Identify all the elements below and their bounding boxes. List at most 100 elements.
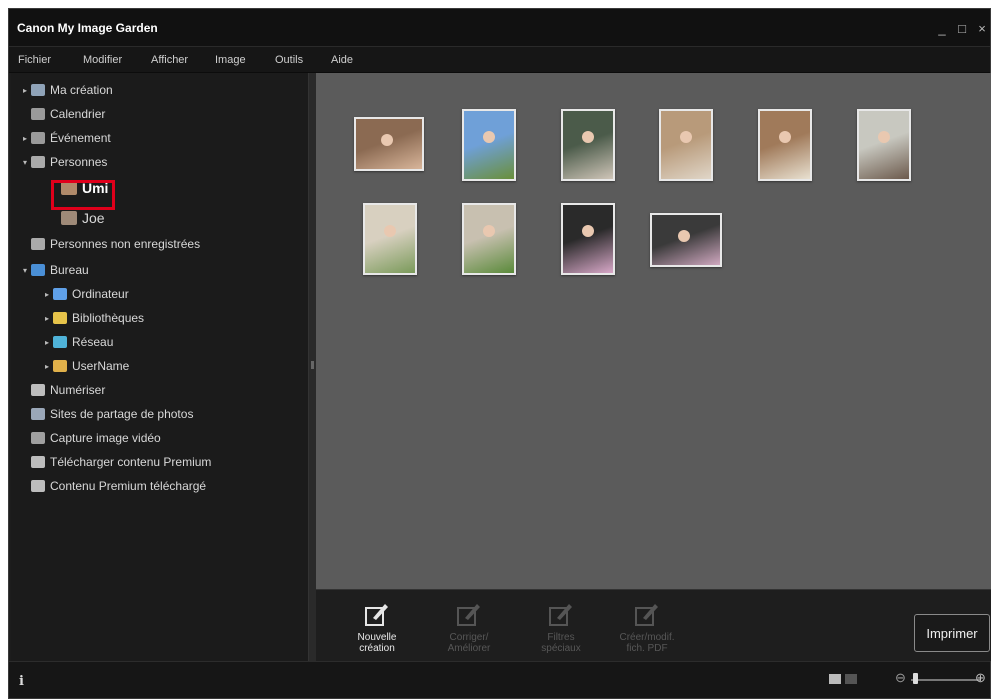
pane-splitter[interactable] bbox=[309, 73, 316, 661]
app-window: Canon My Image Garden _ □ × Fichier Modi… bbox=[8, 8, 991, 699]
menu-image[interactable]: Image bbox=[215, 54, 246, 66]
menu-outils[interactable]: Outils bbox=[275, 54, 303, 66]
photo-thumbnail[interactable] bbox=[363, 203, 417, 275]
thumbnail-area bbox=[316, 73, 991, 589]
tree-item-label: Bureau bbox=[50, 263, 89, 277]
close-icon[interactable]: × bbox=[976, 21, 988, 36]
menu-fichier[interactable]: Fichier bbox=[18, 54, 51, 66]
maximize-icon[interactable]: □ bbox=[956, 21, 968, 36]
tree-item-label: Personnes non enregistrées bbox=[50, 237, 201, 251]
photo-thumbnail[interactable] bbox=[758, 109, 812, 181]
tree-item[interactable]: Capture image vidéo bbox=[19, 429, 161, 447]
photo-thumbnail[interactable] bbox=[659, 109, 713, 181]
tree-item-label: Sites de partage de photos bbox=[50, 407, 194, 421]
special-filters-button: Filtres spéciaux bbox=[530, 600, 592, 654]
tree-item[interactable]: ▾ Personnes bbox=[19, 153, 107, 171]
menu-afficher[interactable]: Afficher bbox=[151, 54, 188, 66]
app-title: Canon My Image Garden bbox=[17, 21, 158, 35]
tree-item-label: Ordinateur bbox=[72, 287, 129, 301]
navigation-tree: ▸ Ma création Calendrier ▸ Événement ▾ Personn… bbox=[11, 73, 309, 661]
scan-icon bbox=[31, 384, 45, 396]
person-figure bbox=[483, 225, 495, 238]
new-creation-button[interactable]: Nouvelle création bbox=[346, 600, 408, 654]
tree-item-label: Contenu Premium téléchargé bbox=[50, 479, 207, 493]
action-label: Corriger/ Améliorer bbox=[447, 632, 491, 654]
expand-right-icon[interactable]: ▸ bbox=[41, 338, 53, 347]
photo-thumbnail[interactable] bbox=[354, 117, 424, 171]
pdf-button: Créer/modif. fich. PDF bbox=[616, 600, 678, 654]
expand-right-icon[interactable]: ▸ bbox=[41, 362, 53, 371]
pdf-icon bbox=[633, 600, 661, 628]
menu-modifier[interactable]: Modifier bbox=[83, 54, 122, 66]
tree-item-label: Personnes bbox=[50, 155, 108, 169]
person-figure bbox=[878, 131, 890, 144]
correct-enhance-icon bbox=[455, 600, 483, 628]
zoom-slider-thumb[interactable] bbox=[913, 673, 918, 684]
network-icon bbox=[53, 336, 67, 348]
video-capture-icon bbox=[31, 432, 45, 444]
premium-folder-icon bbox=[31, 480, 45, 492]
action-label: Créer/modif. fich. PDF bbox=[619, 632, 675, 654]
expand-right-icon[interactable]: ▸ bbox=[19, 134, 31, 143]
photo-thumbnail[interactable] bbox=[462, 109, 516, 181]
tree-item[interactable]: Calendrier bbox=[19, 105, 105, 123]
person-figure bbox=[381, 134, 394, 146]
expand-right-icon[interactable]: ▸ bbox=[41, 314, 53, 323]
photo-thumbnail[interactable] bbox=[561, 109, 615, 181]
person-figure bbox=[582, 131, 594, 144]
info-icon[interactable]: i bbox=[19, 674, 24, 689]
user-folder-icon bbox=[53, 360, 67, 372]
person-figure bbox=[677, 230, 690, 242]
menu-aide[interactable]: Aide bbox=[331, 54, 353, 66]
tree-item-label: UserName bbox=[72, 359, 130, 373]
tree-item-label: Bibliothèques bbox=[72, 311, 145, 325]
tree-item[interactable]: ▸ UserName bbox=[41, 357, 129, 375]
print-button[interactable]: Imprimer bbox=[914, 614, 990, 652]
expand-down-icon[interactable]: ▾ bbox=[19, 266, 31, 275]
photo-icon bbox=[61, 211, 77, 225]
tree-item[interactable]: ▸ Ordinateur bbox=[41, 285, 129, 303]
correct-enhance-button: Corriger/ Améliorer bbox=[438, 600, 500, 654]
selection-highlight bbox=[51, 180, 115, 210]
photo-thumbnail[interactable] bbox=[561, 203, 615, 275]
action-label: Filtres spéciaux bbox=[541, 632, 581, 654]
photo-thumbnail[interactable] bbox=[650, 213, 722, 267]
tree-item[interactable]: Personnes non enregistrées bbox=[19, 235, 200, 253]
single-view-icon[interactable] bbox=[845, 674, 857, 684]
tree-item-label: Ma création bbox=[50, 83, 113, 97]
action-bar: Imprimer Nouvelle création Corriger/ Amél… bbox=[316, 589, 991, 661]
tree-item-label: Télécharger contenu Premium bbox=[50, 455, 212, 469]
expand-right-icon[interactable]: ▸ bbox=[41, 290, 53, 299]
zoom-in-icon[interactable]: ⊕ bbox=[975, 670, 986, 686]
photo-thumbnail[interactable] bbox=[857, 109, 911, 181]
zoom-out-icon[interactable]: ⊖ bbox=[895, 670, 906, 686]
tree-item[interactable]: Joe bbox=[61, 209, 105, 227]
tree-item[interactable]: Sites de partage de photos bbox=[19, 405, 193, 423]
new-creation-icon bbox=[363, 600, 391, 628]
grid-view-icon[interactable] bbox=[829, 674, 841, 684]
person-figure bbox=[582, 225, 594, 238]
tree-item-label: Joe bbox=[82, 210, 105, 226]
person-unknown-icon bbox=[31, 238, 45, 250]
tree-item[interactable]: ▸ Réseau bbox=[41, 333, 113, 351]
tree-item[interactable]: Télécharger contenu Premium bbox=[19, 453, 211, 471]
tree-item[interactable]: ▸ Événement bbox=[19, 129, 111, 147]
special-filters-icon bbox=[547, 600, 575, 628]
photo-thumbnail[interactable] bbox=[462, 203, 516, 275]
tree-item[interactable]: Numériser bbox=[19, 381, 105, 399]
tree-item-label: Capture image vidéo bbox=[50, 431, 161, 445]
calendar-icon bbox=[31, 108, 45, 120]
computer-icon bbox=[53, 288, 67, 300]
tree-item[interactable]: Contenu Premium téléchargé bbox=[19, 477, 206, 495]
minimize-icon[interactable]: _ bbox=[936, 21, 948, 36]
action-label: Nouvelle création bbox=[357, 632, 397, 654]
splitter-grip[interactable] bbox=[311, 361, 314, 369]
tree-item[interactable]: ▸ Ma création bbox=[19, 81, 113, 99]
tree-item[interactable]: ▾ Bureau bbox=[19, 261, 89, 279]
expand-right-icon[interactable]: ▸ bbox=[19, 86, 31, 95]
tree-item-label: Événement bbox=[50, 131, 111, 145]
zoom-slider[interactable] bbox=[911, 679, 981, 681]
expand-down-icon[interactable]: ▾ bbox=[19, 158, 31, 167]
tree-item[interactable]: ▸ Bibliothèques bbox=[41, 309, 144, 327]
title-bar: Canon My Image Garden _ □ × bbox=[9, 9, 990, 47]
